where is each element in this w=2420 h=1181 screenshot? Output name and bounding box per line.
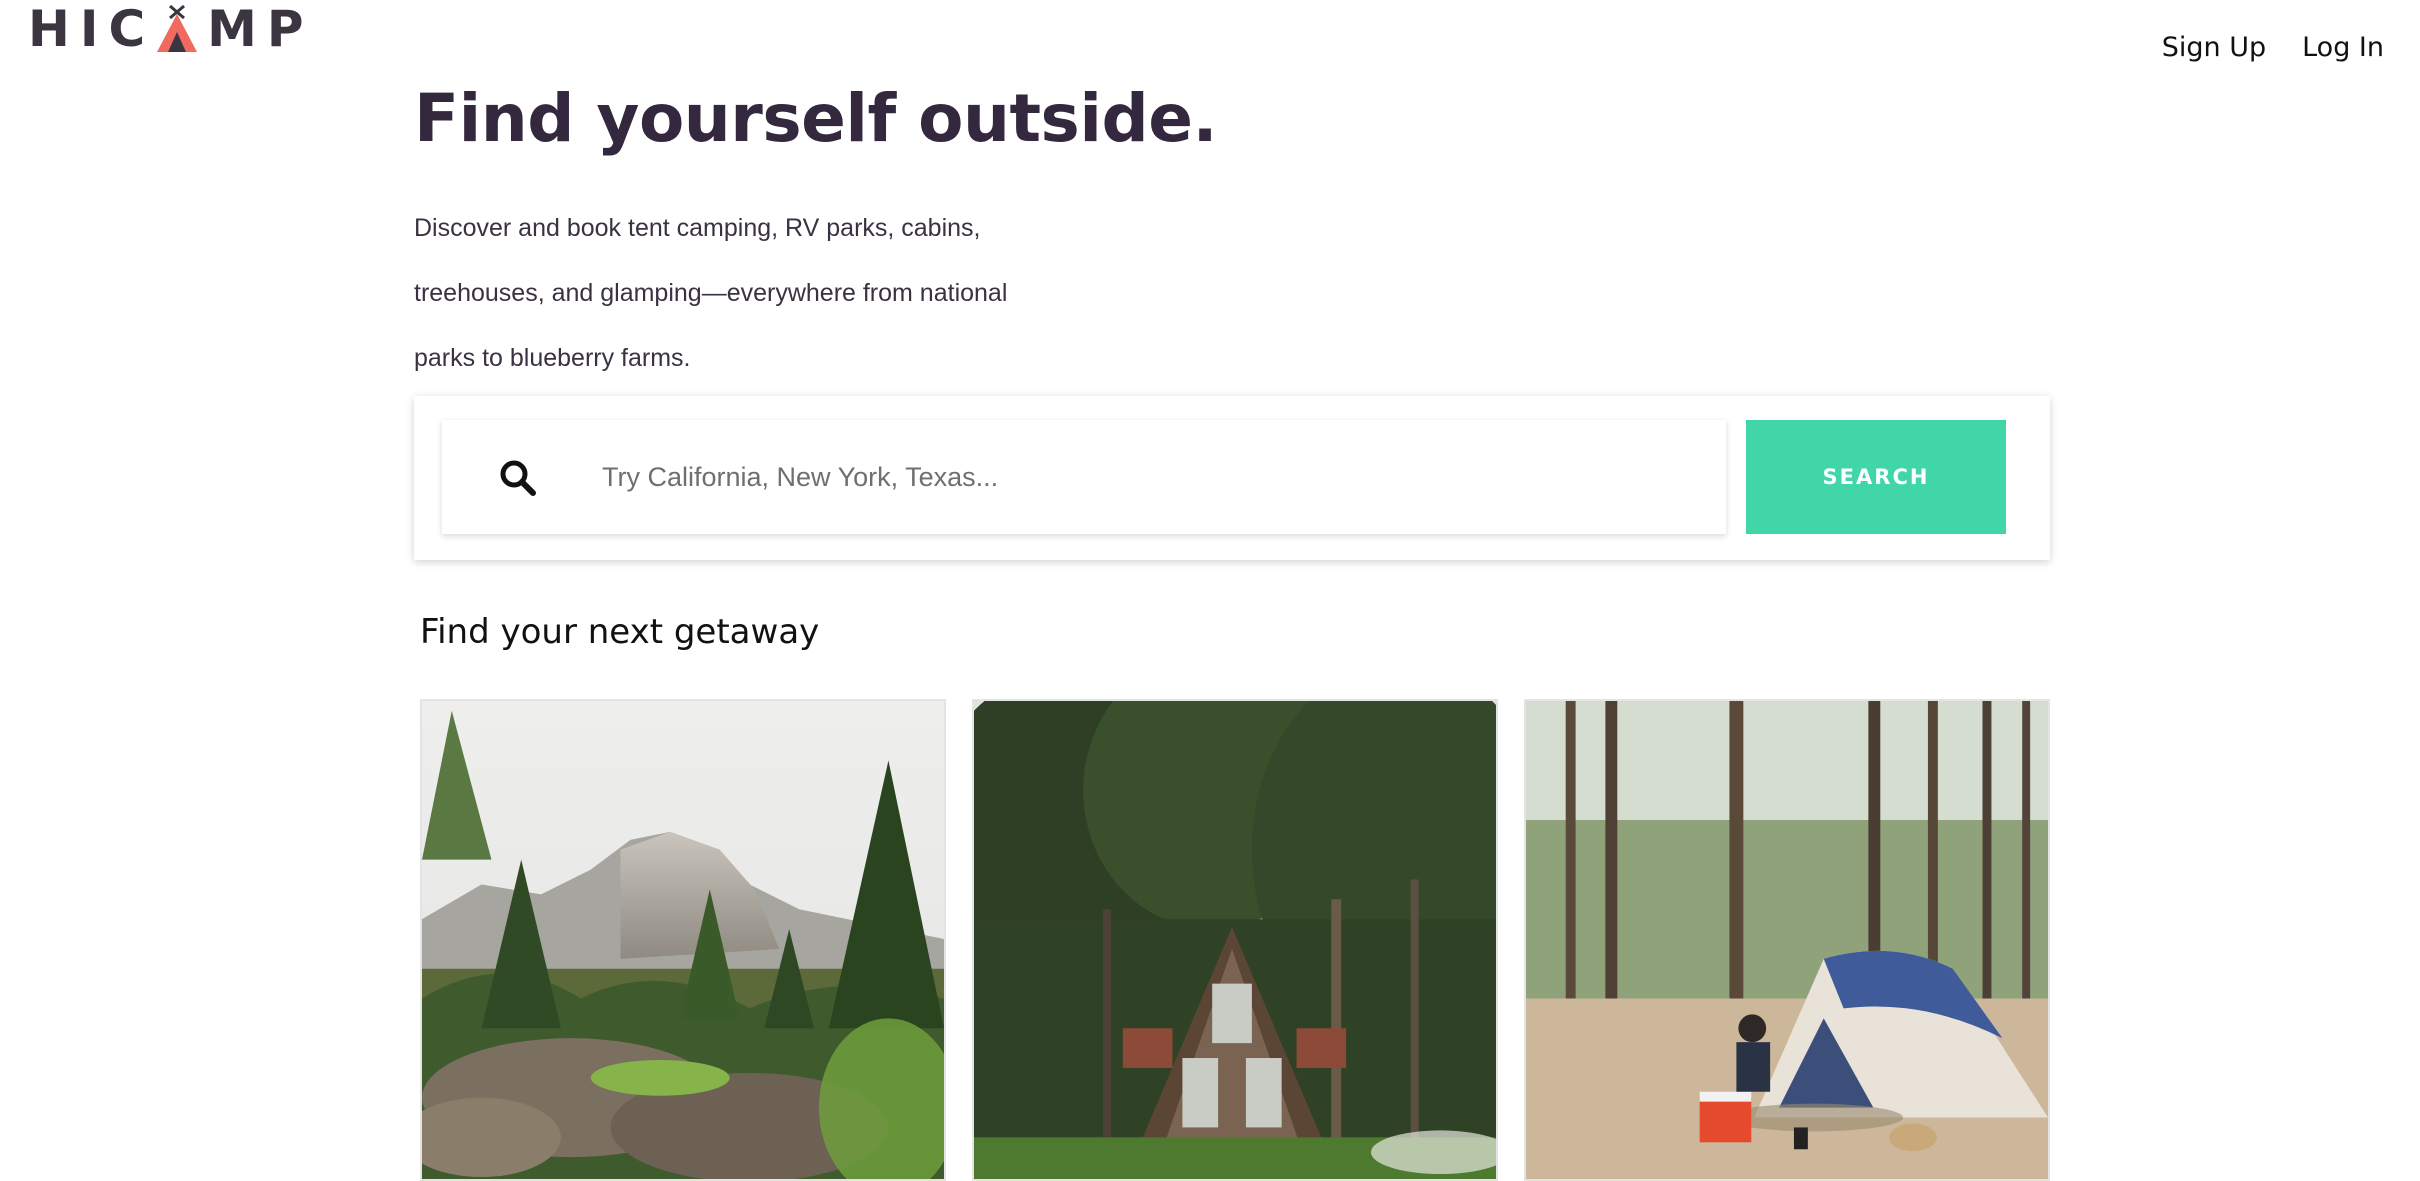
rocky-mountain-pine-forest-photo [422,701,944,1179]
search-box[interactable] [442,420,1726,534]
getaway-card[interactable] [420,699,946,1181]
hero-description-line: Discover and book tent camping, RV parks… [414,214,981,242]
logo-text-right: MP [207,0,314,58]
logo-text-left: HIC [28,0,156,58]
hero-description: Discover and book tent camping, RV parks… [414,196,1094,391]
search-button[interactable]: SEARCH [1746,420,2006,534]
sign-up-link[interactable]: Sign Up [2162,32,2266,63]
search-panel: SEARCH [414,396,2050,560]
getaway-card[interactable] [972,699,1498,1181]
search-input[interactable] [602,420,1702,534]
top-nav: Sign Up Log In [2162,32,2384,63]
a-frame-cabin-in-forest-photo [974,701,1496,1179]
getaway-card[interactable] [1524,699,2050,1181]
hero-description-line: treehouses, and glamping—everywhere from… [414,279,1008,307]
hicamp-logo[interactable]: HIC MP [28,0,314,58]
hero-title: Find yourself outside. [414,80,1218,157]
hero-description-line: parks to blueberry farms. [414,344,691,372]
logo-wordmark: HIC MP [28,0,314,58]
log-in-link[interactable]: Log In [2302,32,2384,63]
tent-camping-in-pine-forest-photo [1526,701,2048,1179]
getaway-section-title: Find your next getaway [420,612,820,652]
tent-logo-icon [157,4,198,52]
search-icon[interactable] [496,456,540,500]
